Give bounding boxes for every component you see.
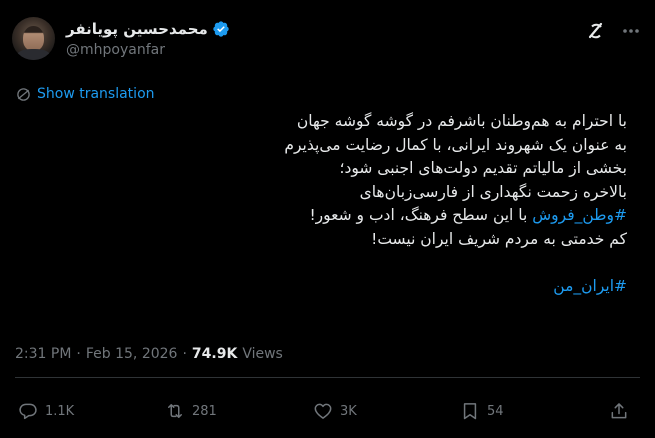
globe-icon — [17, 87, 30, 101]
tweet-date[interactable]: Feb 15, 2026 — [86, 346, 178, 362]
bookmark-button[interactable]: 54 — [460, 400, 504, 422]
tweet-line-5: #وطن_فروش با این سطح فرهنگ، ادب و شعور! — [17, 204, 627, 228]
author-display-name[interactable]: محمدحسین پویانفر — [66, 20, 208, 38]
like-button[interactable]: 3K — [313, 400, 357, 422]
repost-button[interactable]: 281 — [165, 400, 217, 422]
views-label: Views — [242, 346, 283, 362]
show-translation-label: Show translation — [37, 86, 155, 102]
tweet-line-hashtag: #ایران_من — [17, 275, 627, 299]
verified-badge-icon — [213, 21, 229, 37]
tweet-meta: 2:31 PM · Feb 15, 2026 · 74.9K Views — [15, 344, 283, 364]
share-icon — [611, 403, 627, 419]
bookmark-icon — [463, 403, 477, 420]
author-avatar[interactable] — [12, 17, 55, 60]
tweet-card: محمدحسین پویانفر @mhpoyanfar Show transl… — [0, 0, 655, 438]
tweet-time[interactable]: 2:31 PM — [15, 346, 71, 362]
actions-divider — [15, 377, 640, 378]
more-dots-icon[interactable] — [620, 20, 642, 42]
reply-button[interactable]: 1.1K — [18, 400, 74, 422]
share-button[interactable] — [609, 400, 629, 422]
heart-icon — [314, 403, 332, 419]
author-handle[interactable]: @mhpoyanfar — [66, 42, 165, 58]
repost-count: 281 — [192, 403, 217, 419]
avatar-face — [23, 26, 44, 51]
show-translation-link[interactable]: Show translation — [16, 85, 155, 103]
meta-separator-2: · — [182, 346, 187, 362]
repost-icon — [168, 404, 182, 418]
tweet-line-2: به عنوان یک شهروند ایرانی، با کمال رضایت… — [284, 135, 627, 154]
tweet-line-4: بالاخره زحمت نگهداری از فارسی‌زبان‌های — [359, 182, 627, 201]
tweet-line-5-text: با این سطح فرهنگ، ادب و شعور! — [309, 206, 533, 224]
author-name-row: محمدحسین پویانفر — [66, 19, 230, 39]
hashtag-vatan-forush[interactable]: #وطن_فروش — [532, 206, 627, 224]
grok-icon[interactable] — [583, 18, 609, 44]
views-count: 74.9K — [191, 346, 238, 362]
reply-count: 1.1K — [45, 403, 75, 419]
avatar-body — [16, 49, 51, 60]
like-count: 3K — [340, 403, 357, 419]
tweet-text: با احترام به هم‌وطنان باشرفم در گوشه گوش… — [17, 110, 627, 298]
hashtag-iran-man[interactable]: #ایران_من — [553, 277, 627, 295]
bookmark-count: 54 — [487, 403, 504, 419]
meta-separator: · — [76, 346, 81, 362]
reply-icon — [19, 403, 37, 420]
tweet-line-1: با احترام به هم‌وطنان باشرفم در گوشه گوش… — [296, 112, 627, 130]
tweet-line-6: کم خدمتی به مردم شریف ایران نیست! — [371, 229, 627, 248]
action-bar: 1.1K 281 3K 54 — [18, 400, 638, 422]
tweet-line-3: بخشی از مالیاتم تقدیم دولت‌های اجنبی شود… — [339, 159, 627, 177]
